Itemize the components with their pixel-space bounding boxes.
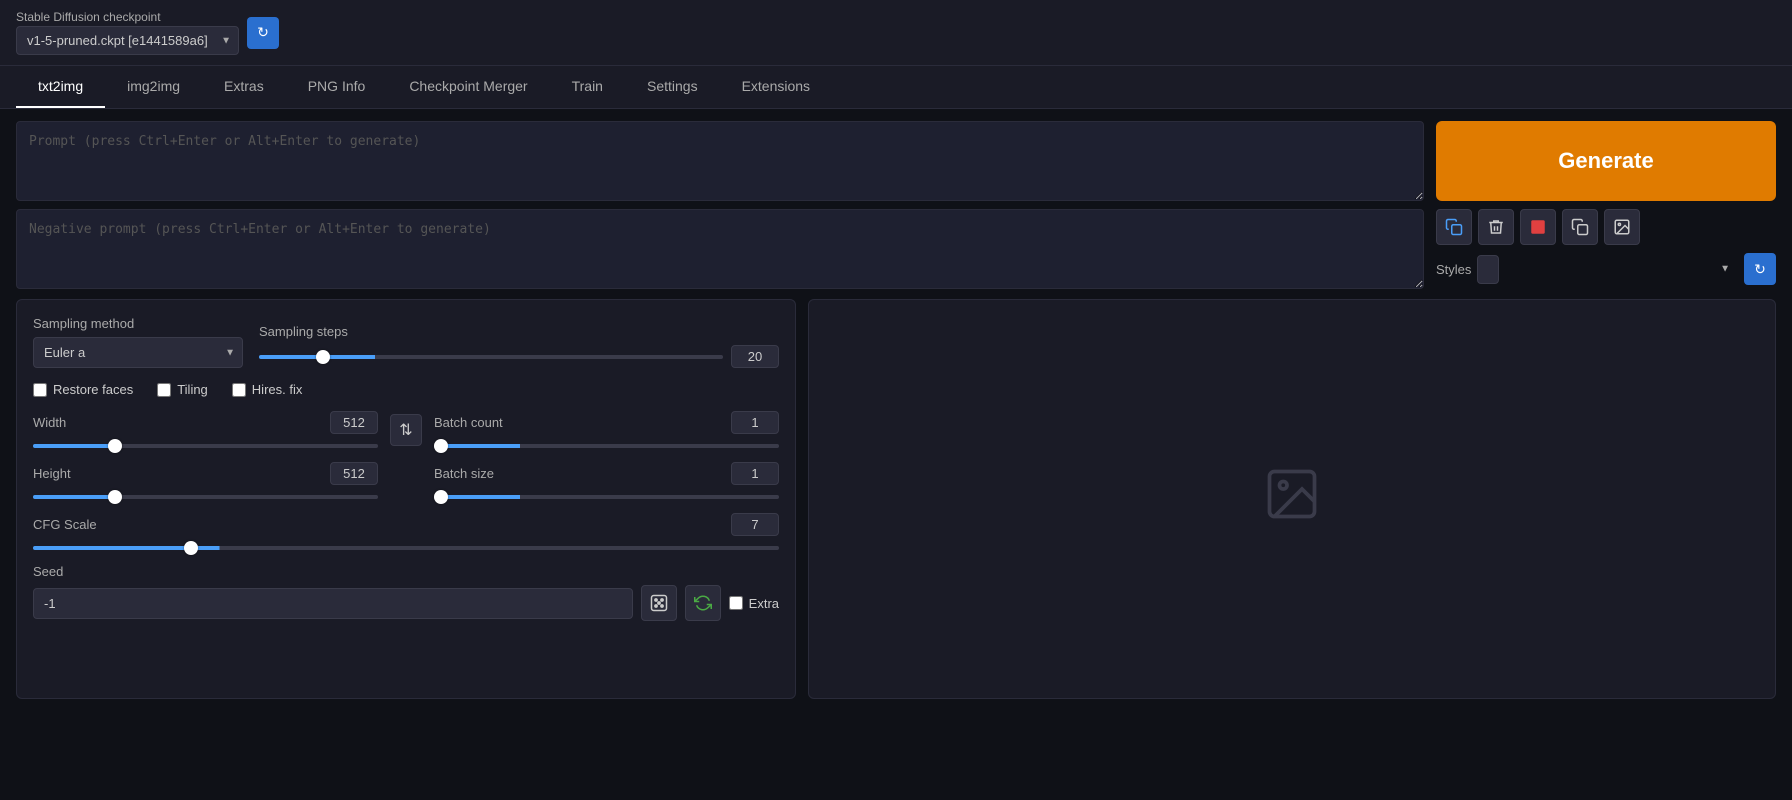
generate-button[interactable]: Generate xyxy=(1436,121,1776,201)
paste-button[interactable] xyxy=(1436,209,1472,245)
top-section: Generate Styles xyxy=(16,121,1776,289)
cfg-row: CFG Scale 7 xyxy=(33,513,779,550)
cfg-label-row: CFG Scale 7 xyxy=(33,513,779,536)
seed-input[interactable] xyxy=(33,588,633,619)
checkboxes-row: Restore faces Tiling Hires. fix xyxy=(33,382,779,397)
seed-dice-button[interactable] xyxy=(641,585,677,621)
height-label: Height xyxy=(33,466,71,481)
sampling-steps-value: 20 xyxy=(731,345,779,368)
height-batchsize-row: Height 512 Batch size 1 xyxy=(33,462,779,499)
seed-input-row: Extra xyxy=(33,585,779,621)
sampling-steps-slider[interactable] xyxy=(259,355,723,359)
tab-settings[interactable]: Settings xyxy=(625,66,720,108)
sampling-method-label: Sampling method xyxy=(33,316,243,331)
batch-size-slider[interactable] xyxy=(434,495,779,499)
red-button[interactable] xyxy=(1520,209,1556,245)
tab-extensions[interactable]: Extensions xyxy=(720,66,832,108)
sampling-method-select-wrapper[interactable]: Euler a xyxy=(33,337,243,368)
sampling-row: Sampling method Euler a Sampling steps 2… xyxy=(33,316,779,368)
main-content: Generate Styles xyxy=(0,109,1792,711)
height-section: Height 512 xyxy=(33,462,378,499)
batch-count-label: Batch count xyxy=(434,415,503,430)
height-label-row: Height 512 xyxy=(33,462,378,485)
styles-row: Styles ↻ xyxy=(1436,253,1776,285)
tabs-bar: txt2img img2img Extras PNG Info Checkpoi… xyxy=(0,66,1792,109)
extra-checkbox[interactable]: Extra xyxy=(729,596,779,611)
clipboard-button[interactable] xyxy=(1562,209,1598,245)
top-bar: Stable Diffusion checkpoint v1-5-pruned.… xyxy=(0,0,1792,66)
hires-fix-input[interactable] xyxy=(232,383,246,397)
sampling-method-select[interactable]: Euler a xyxy=(33,337,243,368)
tab-png-info[interactable]: PNG Info xyxy=(286,66,388,108)
sampling-steps-slider-row: 20 xyxy=(259,345,779,368)
output-panel xyxy=(808,299,1776,699)
batch-count-slider[interactable] xyxy=(434,444,779,448)
tab-txt2img[interactable]: txt2img xyxy=(16,66,105,108)
sampling-steps-section: Sampling steps 20 xyxy=(259,324,779,368)
styles-select[interactable] xyxy=(1477,255,1499,284)
hires-fix-checkbox[interactable]: Hires. fix xyxy=(232,382,303,397)
batch-count-value: 1 xyxy=(731,411,779,434)
hires-fix-label: Hires. fix xyxy=(252,382,303,397)
checkpoint-select-wrapper[interactable]: v1-5-pruned.ckpt [e1441589a6] xyxy=(16,26,239,55)
dimensions-row: Width 512 ⇅ Batch count 1 xyxy=(33,411,779,448)
extra-label: Extra xyxy=(749,596,779,611)
restore-faces-checkbox[interactable]: Restore faces xyxy=(33,382,133,397)
action-buttons xyxy=(1436,209,1776,245)
prompts-area xyxy=(16,121,1424,289)
tiling-input[interactable] xyxy=(157,383,171,397)
cfg-value: 7 xyxy=(731,513,779,536)
trash-button[interactable] xyxy=(1478,209,1514,245)
tab-train[interactable]: Train xyxy=(550,66,625,108)
negative-prompt[interactable] xyxy=(16,209,1424,289)
height-slider[interactable] xyxy=(33,495,378,499)
width-label-row: Width 512 xyxy=(33,411,378,434)
batch-size-section: Batch size 1 xyxy=(434,462,779,499)
styles-select-wrapper[interactable] xyxy=(1477,255,1738,284)
batch-size-label-row: Batch size 1 xyxy=(434,462,779,485)
tab-img2img[interactable]: img2img xyxy=(105,66,202,108)
checkpoint-refresh-button[interactable]: ↻ xyxy=(247,17,279,49)
batch-count-label-row: Batch count 1 xyxy=(434,411,779,434)
tiling-checkbox[interactable]: Tiling xyxy=(157,382,208,397)
batch-count-section: Batch count 1 xyxy=(434,411,779,448)
tab-checkpoint-merger[interactable]: Checkpoint Merger xyxy=(387,66,549,108)
right-panel: Generate Styles xyxy=(1436,121,1776,289)
width-section: Width 512 xyxy=(33,411,378,448)
height-value: 512 xyxy=(330,462,378,485)
swap-dimensions-button[interactable]: ⇅ xyxy=(390,414,422,446)
seed-label: Seed xyxy=(33,564,779,579)
restore-faces-input[interactable] xyxy=(33,383,47,397)
width-slider[interactable] xyxy=(33,444,378,448)
batch-size-value: 1 xyxy=(731,462,779,485)
controls-panel: Sampling method Euler a Sampling steps 2… xyxy=(16,299,796,699)
checkpoint-label: Stable Diffusion checkpoint xyxy=(16,10,239,24)
extra-input[interactable] xyxy=(729,596,743,610)
bottom-section: Sampling method Euler a Sampling steps 2… xyxy=(16,299,1776,699)
cfg-slider[interactable] xyxy=(33,546,779,550)
width-label: Width xyxy=(33,415,66,430)
checkpoint-select[interactable]: v1-5-pruned.ckpt [e1441589a6] xyxy=(16,26,239,55)
width-value: 512 xyxy=(330,411,378,434)
cfg-label: CFG Scale xyxy=(33,517,97,532)
batch-size-label: Batch size xyxy=(434,466,494,481)
styles-refresh-button[interactable]: ↻ xyxy=(1744,253,1776,285)
restore-faces-label: Restore faces xyxy=(53,382,133,397)
checkpoint-section: Stable Diffusion checkpoint v1-5-pruned.… xyxy=(16,10,279,55)
sampling-steps-label: Sampling steps xyxy=(259,324,779,339)
seed-row: Seed Extra xyxy=(33,564,779,621)
tab-extras[interactable]: Extras xyxy=(202,66,286,108)
sampling-method-section: Sampling method Euler a xyxy=(33,316,243,368)
output-placeholder xyxy=(1262,464,1322,534)
image-button[interactable] xyxy=(1604,209,1640,245)
tiling-label: Tiling xyxy=(177,382,208,397)
seed-recycle-button[interactable] xyxy=(685,585,721,621)
styles-label: Styles xyxy=(1436,262,1471,277)
positive-prompt[interactable] xyxy=(16,121,1424,201)
